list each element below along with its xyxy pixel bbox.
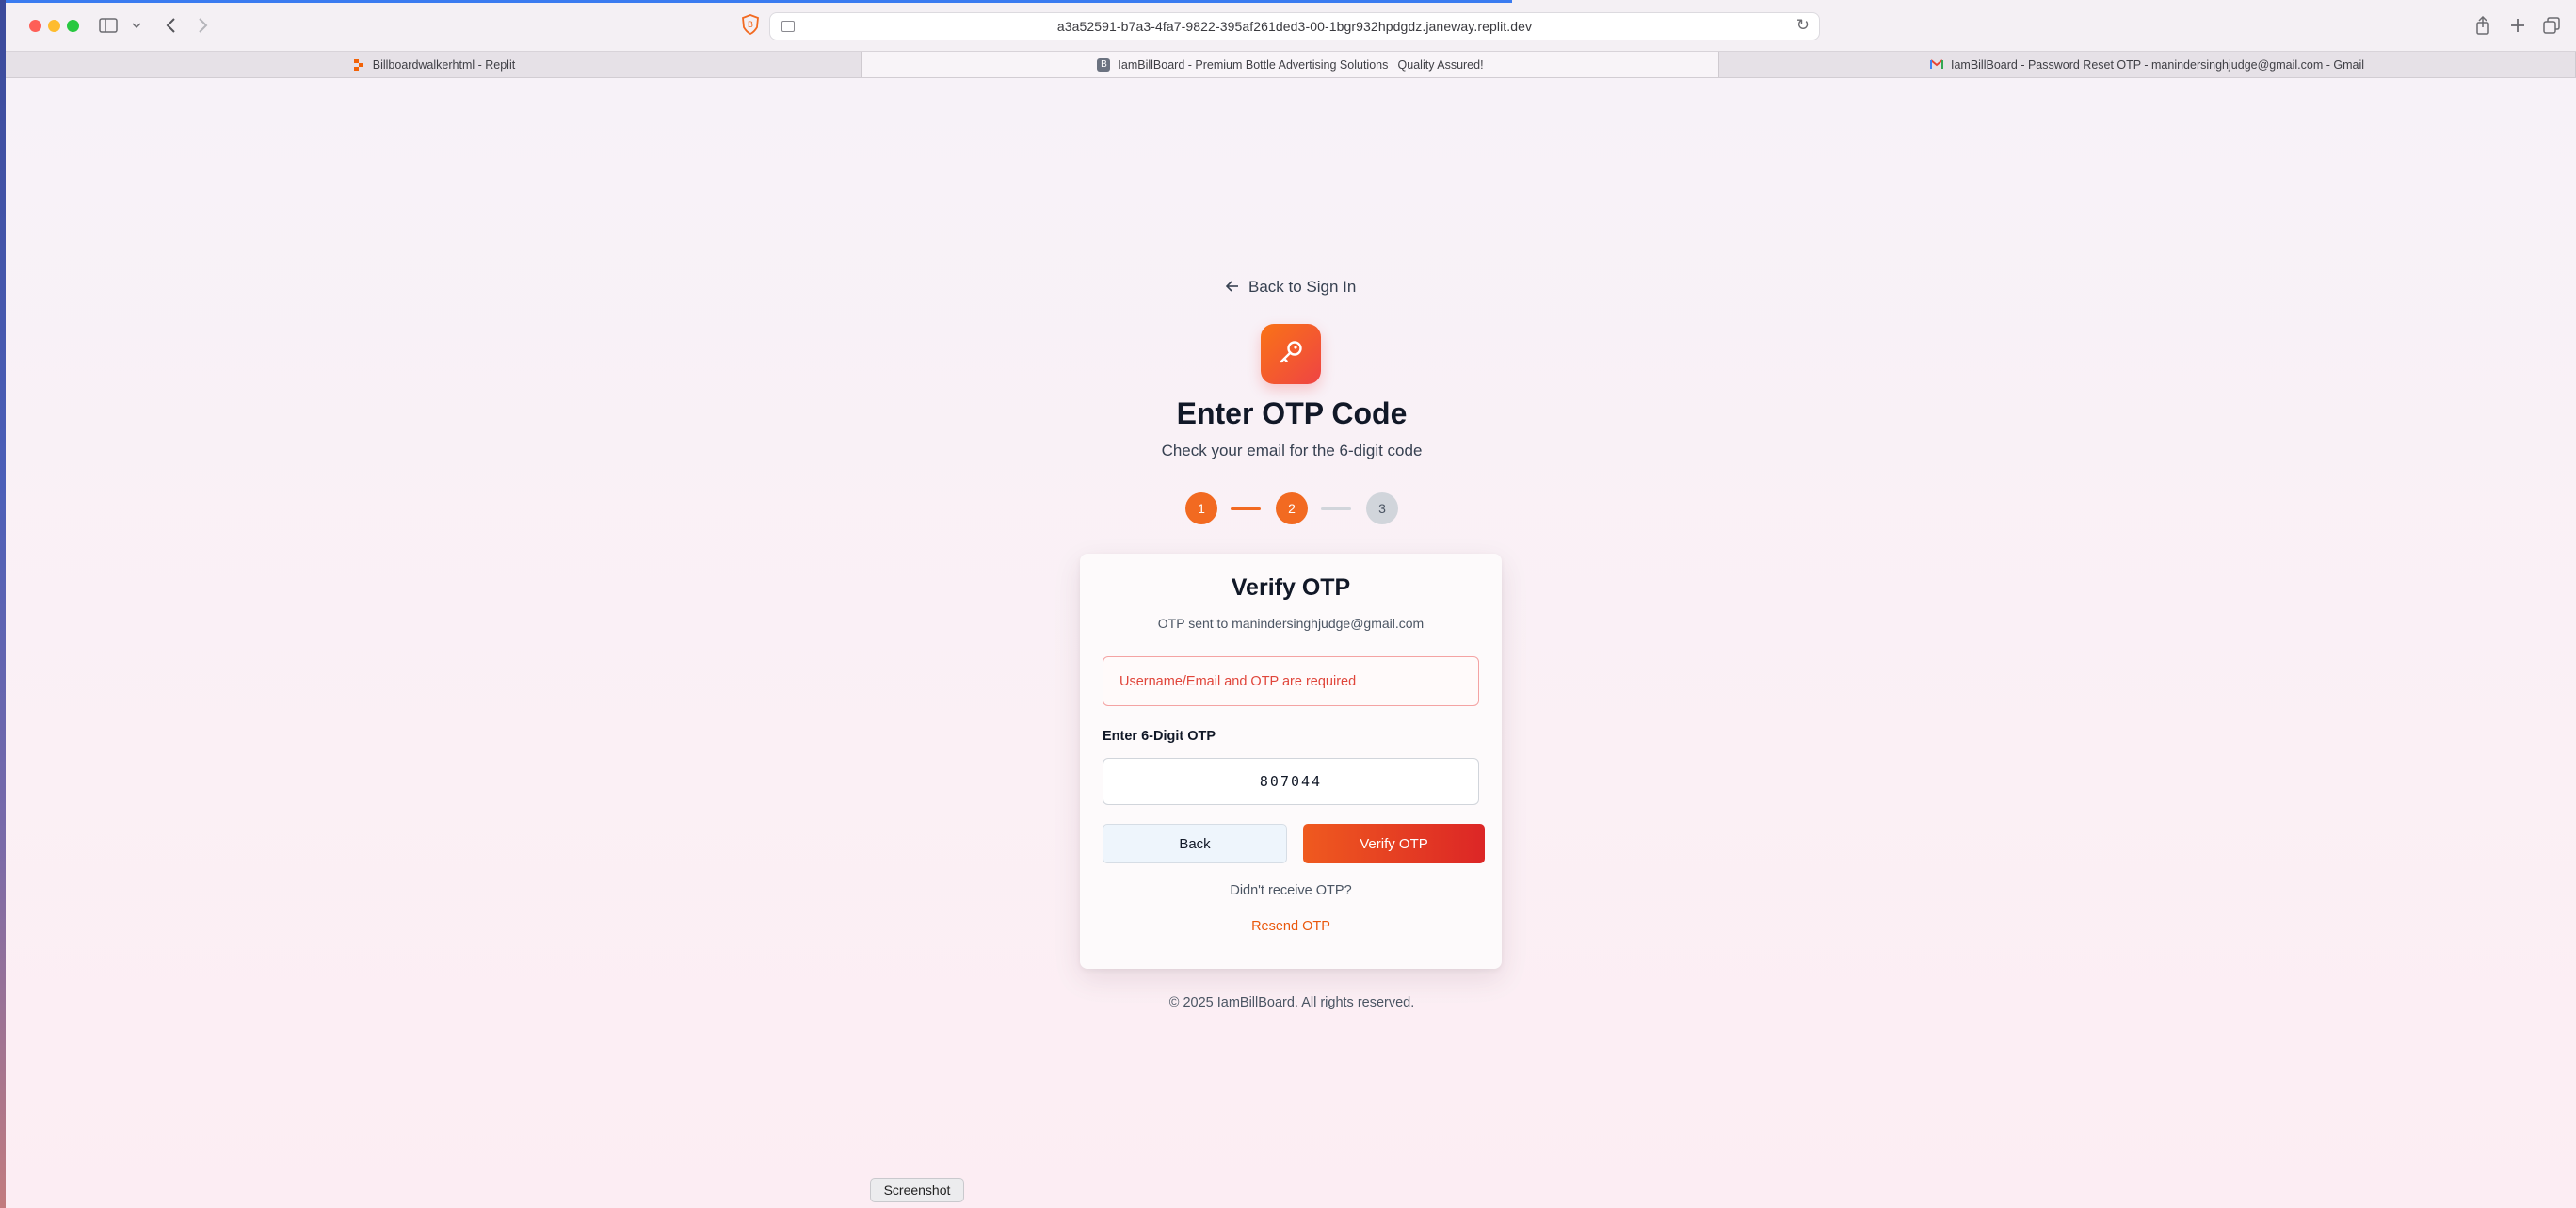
page-content: Back to Sign In Enter OTP Code Check you… <box>6 78 2576 1208</box>
back-link-label: Back to Sign In <box>1248 278 1357 296</box>
back-button[interactable]: Back <box>1103 824 1287 863</box>
tab-iambillboard[interactable]: B IamBillBoard - Premium Bottle Advertis… <box>862 52 1719 77</box>
tab-title: Billboardwalkerhtml - Replit <box>372 57 516 72</box>
site-icon: B <box>1097 57 1111 72</box>
reload-icon[interactable]: ↻ <box>1796 16 1810 35</box>
page-icon <box>781 21 795 32</box>
arrow-left-icon <box>1225 278 1239 297</box>
zoom-window-button[interactable] <box>67 20 79 32</box>
page-title: Enter OTP Code <box>1176 396 1408 430</box>
back-nav-icon[interactable] <box>156 11 185 40</box>
tab-gmail[interactable]: IamBillBoard - Password Reset OTP - mani… <box>1719 52 2576 77</box>
verify-otp-button[interactable]: Verify OTP <box>1303 824 1485 863</box>
url-text: a3a52591-b7a3-4fa7-9822-395af261ded3-00-… <box>1056 19 1533 34</box>
tab-title: IamBillBoard - Premium Bottle Advertisin… <box>1118 57 1484 72</box>
step-connector-1 <box>1231 507 1261 510</box>
gmail-icon <box>1929 58 1943 72</box>
forward-nav-icon[interactable] <box>189 11 217 40</box>
page-load-progress <box>6 0 1512 3</box>
browser-toolbar: B a3a52591-b7a3-4fa7-9822-395af261ded3-0… <box>6 0 2576 51</box>
key-icon <box>1276 337 1306 372</box>
footer-copyright: © 2025 IamBillBoard. All rights reserved… <box>1168 995 1415 1010</box>
back-to-sign-in-link[interactable]: Back to Sign In <box>1225 278 1357 297</box>
sidebar-toggle-icon[interactable] <box>94 11 122 40</box>
tab-replit[interactable]: Billboardwalkerhtml - Replit <box>6 52 862 77</box>
resend-otp-link[interactable]: Resend OTP <box>1080 919 1502 934</box>
minimize-window-button[interactable] <box>48 20 60 32</box>
screenshot-button[interactable]: Screenshot <box>870 1178 964 1202</box>
step-connector-2 <box>1321 507 1351 510</box>
close-window-button[interactable] <box>29 20 41 32</box>
key-badge <box>1261 324 1321 384</box>
svg-text:B: B <box>748 21 753 30</box>
step-3: 3 <box>1366 492 1398 524</box>
chevron-down-icon[interactable] <box>122 11 151 40</box>
tab-overview-icon[interactable] <box>2537 11 2566 40</box>
tab-bar: Billboardwalkerhtml - Replit B IamBillBo… <box>6 51 2576 78</box>
otp-input[interactable] <box>1103 758 1479 805</box>
step-2: 2 <box>1276 492 1308 524</box>
verify-otp-card: Verify OTP OTP sent to manindersinghjudg… <box>1080 554 1502 969</box>
card-title: Verify OTP <box>1231 574 1351 601</box>
didnt-receive-text: Didn't receive OTP? <box>1230 883 1352 898</box>
error-alert: Username/Email and OTP are required <box>1103 656 1479 706</box>
address-bar[interactable]: a3a52591-b7a3-4fa7-9822-395af261ded3-00-… <box>769 12 1820 40</box>
browser-window: B a3a52591-b7a3-4fa7-9822-395af261ded3-0… <box>0 0 2576 1208</box>
page-subtitle: Check your email for the 6-digit code <box>1161 442 1423 459</box>
new-tab-icon[interactable] <box>2504 11 2532 40</box>
otp-label: Enter 6-Digit OTP <box>1103 729 1216 744</box>
otp-sent-text: OTP sent to manindersinghjudge@gmail.com <box>1157 616 1425 631</box>
replit-icon <box>352 58 365 72</box>
brave-shield-icon[interactable]: B <box>741 14 760 36</box>
progress-stepper: 1 2 3 <box>1185 492 1402 524</box>
tab-title: IamBillBoard - Password Reset OTP - mani… <box>1950 57 2364 72</box>
share-icon[interactable] <box>2469 11 2497 40</box>
step-1: 1 <box>1185 492 1217 524</box>
